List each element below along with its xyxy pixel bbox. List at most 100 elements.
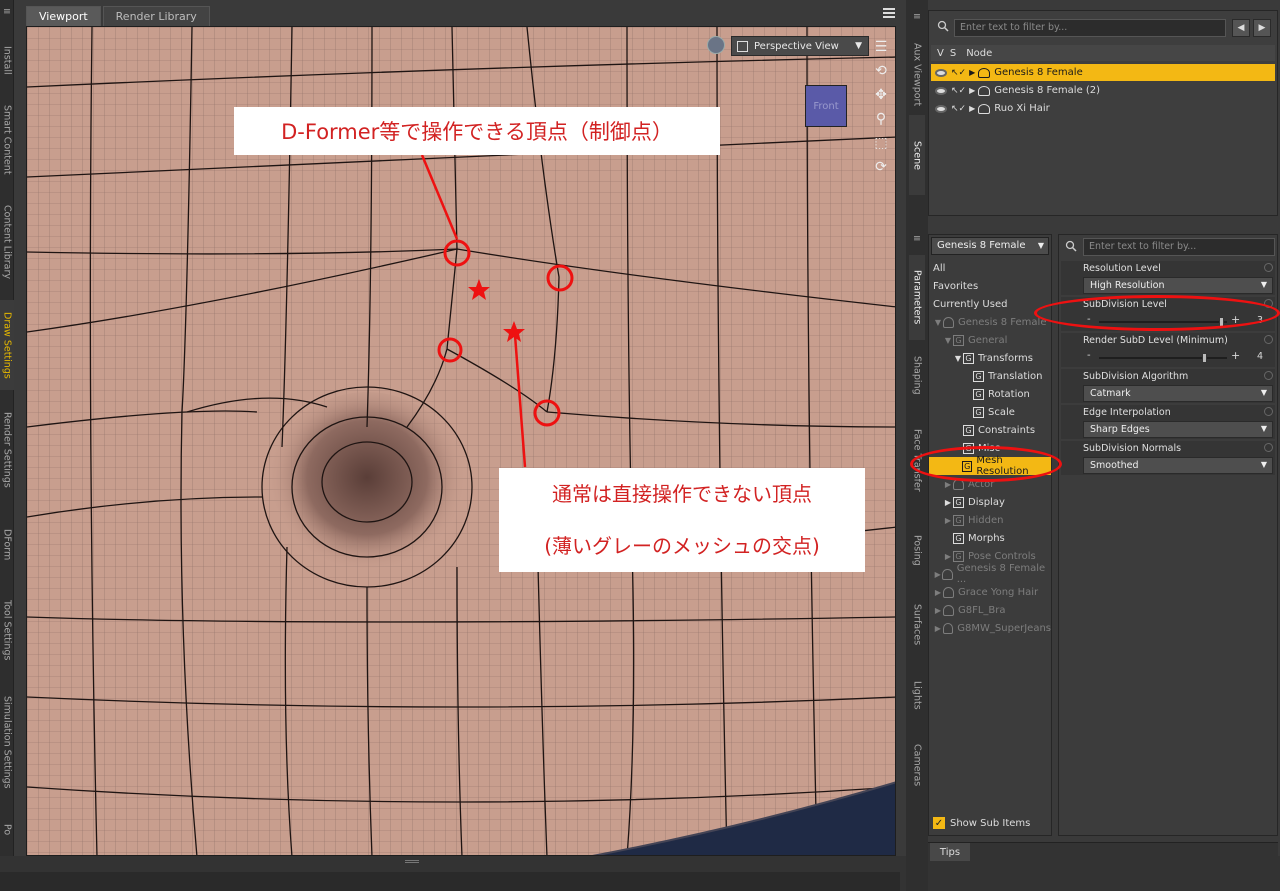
- tab-tool-settings[interactable]: Tool Settings: [0, 585, 14, 675]
- parameter-tree-item[interactable]: ▶ Grace Yong Hair: [929, 583, 1051, 601]
- selectable-cursor-icon[interactable]: ↖✓: [951, 86, 966, 96]
- property-dropdown[interactable]: Sharp Edges ▼: [1083, 421, 1273, 438]
- gear-icon[interactable]: [1264, 371, 1273, 380]
- resize-grip[interactable]: [405, 860, 419, 863]
- parameter-tree-item[interactable]: G Scale: [929, 403, 1051, 421]
- visibility-eye-icon[interactable]: [935, 68, 947, 77]
- gear-icon[interactable]: [1264, 263, 1273, 272]
- expand-arrow-icon[interactable]: ▶: [933, 624, 943, 633]
- panel-menu-icon[interactable]: ≡: [0, 0, 14, 22]
- expand-arrow-icon[interactable]: ▶: [969, 104, 975, 113]
- expand-arrow-icon[interactable]: ▶: [969, 68, 975, 77]
- expand-arrow-icon[interactable]: ▶: [943, 552, 953, 561]
- expand-arrow-icon[interactable]: ▶: [933, 606, 943, 615]
- parameter-tree-item[interactable]: ▶ G8MW_SuperJeans: [929, 619, 1051, 637]
- property-dropdown[interactable]: Smoothed ▼: [1083, 457, 1273, 474]
- expand-arrow-icon[interactable]: ▶: [943, 480, 953, 489]
- selectable-cursor-icon[interactable]: ↖✓: [951, 68, 966, 78]
- parameter-node-dropdown[interactable]: Genesis 8 Female ▼: [931, 237, 1049, 255]
- visibility-eye-icon[interactable]: [935, 104, 947, 113]
- expand-arrow-icon[interactable]: ▶: [943, 498, 953, 507]
- property-dropdown[interactable]: Catmark ▼: [1083, 385, 1273, 402]
- figure-icon: [943, 604, 954, 616]
- checkmark-icon: ✓: [933, 817, 945, 829]
- orbit-icon[interactable]: ⟲: [871, 61, 891, 81]
- gear-icon[interactable]: [1264, 443, 1273, 452]
- scene-node-row[interactable]: ↖✓ ▶ Genesis 8 Female (2): [931, 82, 1275, 99]
- expand-arrow-icon[interactable]: ▼: [943, 336, 953, 345]
- tab-simulation-settings[interactable]: Simulation Settings: [0, 680, 14, 805]
- tab-scene[interactable]: Scene: [909, 115, 925, 195]
- pan-icon[interactable]: ✥: [871, 85, 891, 105]
- tab-shaping[interactable]: Shaping: [909, 345, 925, 405]
- tab-draw-settings[interactable]: Draw Settings: [0, 300, 14, 390]
- visibility-eye-icon[interactable]: [935, 86, 947, 95]
- viewport-options-icon[interactable]: ☰: [871, 37, 891, 57]
- parameter-tree-item[interactable]: G Rotation: [929, 385, 1051, 403]
- parameter-tree-item[interactable]: Favorites: [929, 277, 1051, 295]
- globe-icon[interactable]: [707, 36, 725, 54]
- expand-arrow-icon[interactable]: ▶: [933, 570, 942, 579]
- parameter-tree-item[interactable]: Currently Used: [929, 295, 1051, 313]
- tab-lights[interactable]: Lights: [909, 665, 925, 725]
- slider-handle[interactable]: [1201, 353, 1207, 363]
- parameter-tree-item[interactable]: G Constraints: [929, 421, 1051, 439]
- increment-icon[interactable]: +: [1231, 349, 1240, 362]
- parameter-tree-item[interactable]: ▶ G Hidden: [929, 511, 1051, 529]
- viewport-menu-icon[interactable]: [882, 7, 896, 19]
- panel-menu-icon[interactable]: ≡: [909, 8, 925, 24]
- tab-parameters[interactable]: Parameters: [909, 255, 925, 340]
- tab-smart-content[interactable]: Smart Content: [0, 95, 14, 185]
- camera-view-dropdown[interactable]: Perspective View ▼: [731, 36, 869, 56]
- parameter-tree-item[interactable]: All: [929, 259, 1051, 277]
- parameter-tree-item[interactable]: ▶ Genesis 8 Female ...: [929, 563, 1051, 585]
- view-cube[interactable]: Front: [805, 85, 847, 127]
- parameter-tree-item[interactable]: G Morphs: [929, 529, 1051, 547]
- bottom-scrollbar[interactable]: [0, 872, 900, 891]
- 3d-viewport[interactable]: Perspective View ▼ ☰ ⟲ ✥ ⚲ ⬚ ⟳ Front D-F…: [26, 26, 896, 856]
- forward-arrow-icon[interactable]: ▶: [1253, 19, 1271, 37]
- gear-icon[interactable]: [1264, 407, 1273, 416]
- expand-arrow-icon[interactable]: ▶: [969, 86, 975, 95]
- tab-surfaces[interactable]: Surfaces: [909, 590, 925, 660]
- tab-cameras[interactable]: Cameras: [909, 730, 925, 800]
- tab-render-settings[interactable]: Render Settings: [0, 395, 14, 505]
- parameter-tree-item[interactable]: ▶ G Display: [929, 493, 1051, 511]
- right-tab-strip: ≡ Aux Viewport Scene ≡ Parameters Shapin…: [906, 0, 928, 891]
- tab-tips[interactable]: Tips: [930, 843, 970, 861]
- tab-viewport[interactable]: Viewport: [26, 6, 101, 26]
- scene-node-row[interactable]: ↖✓ ▶ Genesis 8 Female: [931, 64, 1275, 81]
- expand-arrow-icon[interactable]: ▼: [933, 318, 943, 327]
- tab-aux-viewport[interactable]: Aux Viewport: [909, 40, 925, 110]
- figure-icon: [943, 586, 954, 598]
- expand-arrow-icon[interactable]: ▶: [943, 516, 953, 525]
- scene-filter-input[interactable]: Enter text to filter by...: [954, 19, 1226, 37]
- parameter-filter-input[interactable]: Enter text to filter by...: [1083, 238, 1275, 256]
- frame-icon[interactable]: ⬚: [871, 133, 891, 153]
- expand-arrow-icon[interactable]: ▶: [933, 588, 943, 597]
- zoom-icon[interactable]: ⚲: [871, 109, 891, 129]
- reset-view-icon[interactable]: ⟳: [871, 157, 891, 177]
- gear-icon[interactable]: [1264, 335, 1273, 344]
- scene-node-row[interactable]: ↖✓ ▶ Ruo Xi Hair: [931, 100, 1275, 117]
- tab-render-library[interactable]: Render Library: [102, 6, 210, 26]
- tab-posing[interactable]: Posing: [909, 515, 925, 585]
- selectable-cursor-icon[interactable]: ↖✓: [951, 104, 966, 114]
- tab-content-library[interactable]: Content Library: [0, 190, 14, 295]
- parameter-tree-item[interactable]: ▼ Genesis 8 Female: [929, 313, 1051, 331]
- property-dropdown[interactable]: High Resolution ▼: [1083, 277, 1273, 294]
- tab-dform[interactable]: DForm: [0, 510, 14, 580]
- parameter-tree-item[interactable]: ▶ G8FL_Bra: [929, 601, 1051, 619]
- slider-track[interactable]: [1099, 357, 1227, 359]
- parameter-tree-item[interactable]: G Translation: [929, 367, 1051, 385]
- tab-posing-truncated[interactable]: Po: [0, 810, 14, 850]
- parameter-tree-item[interactable]: ▼ G General: [929, 331, 1051, 349]
- decrement-icon[interactable]: -: [1087, 350, 1091, 361]
- property-slider[interactable]: - +4: [1083, 349, 1273, 366]
- panel-menu-icon[interactable]: ≡: [909, 230, 925, 246]
- tab-install[interactable]: Install: [0, 30, 14, 90]
- expand-arrow-icon[interactable]: ▼: [953, 354, 963, 363]
- back-arrow-icon[interactable]: ◀: [1232, 19, 1250, 37]
- show-sub-items-checkbox[interactable]: ✓ Show Sub Items: [933, 817, 1030, 829]
- parameter-tree-item[interactable]: ▼ G Transforms: [929, 349, 1051, 367]
